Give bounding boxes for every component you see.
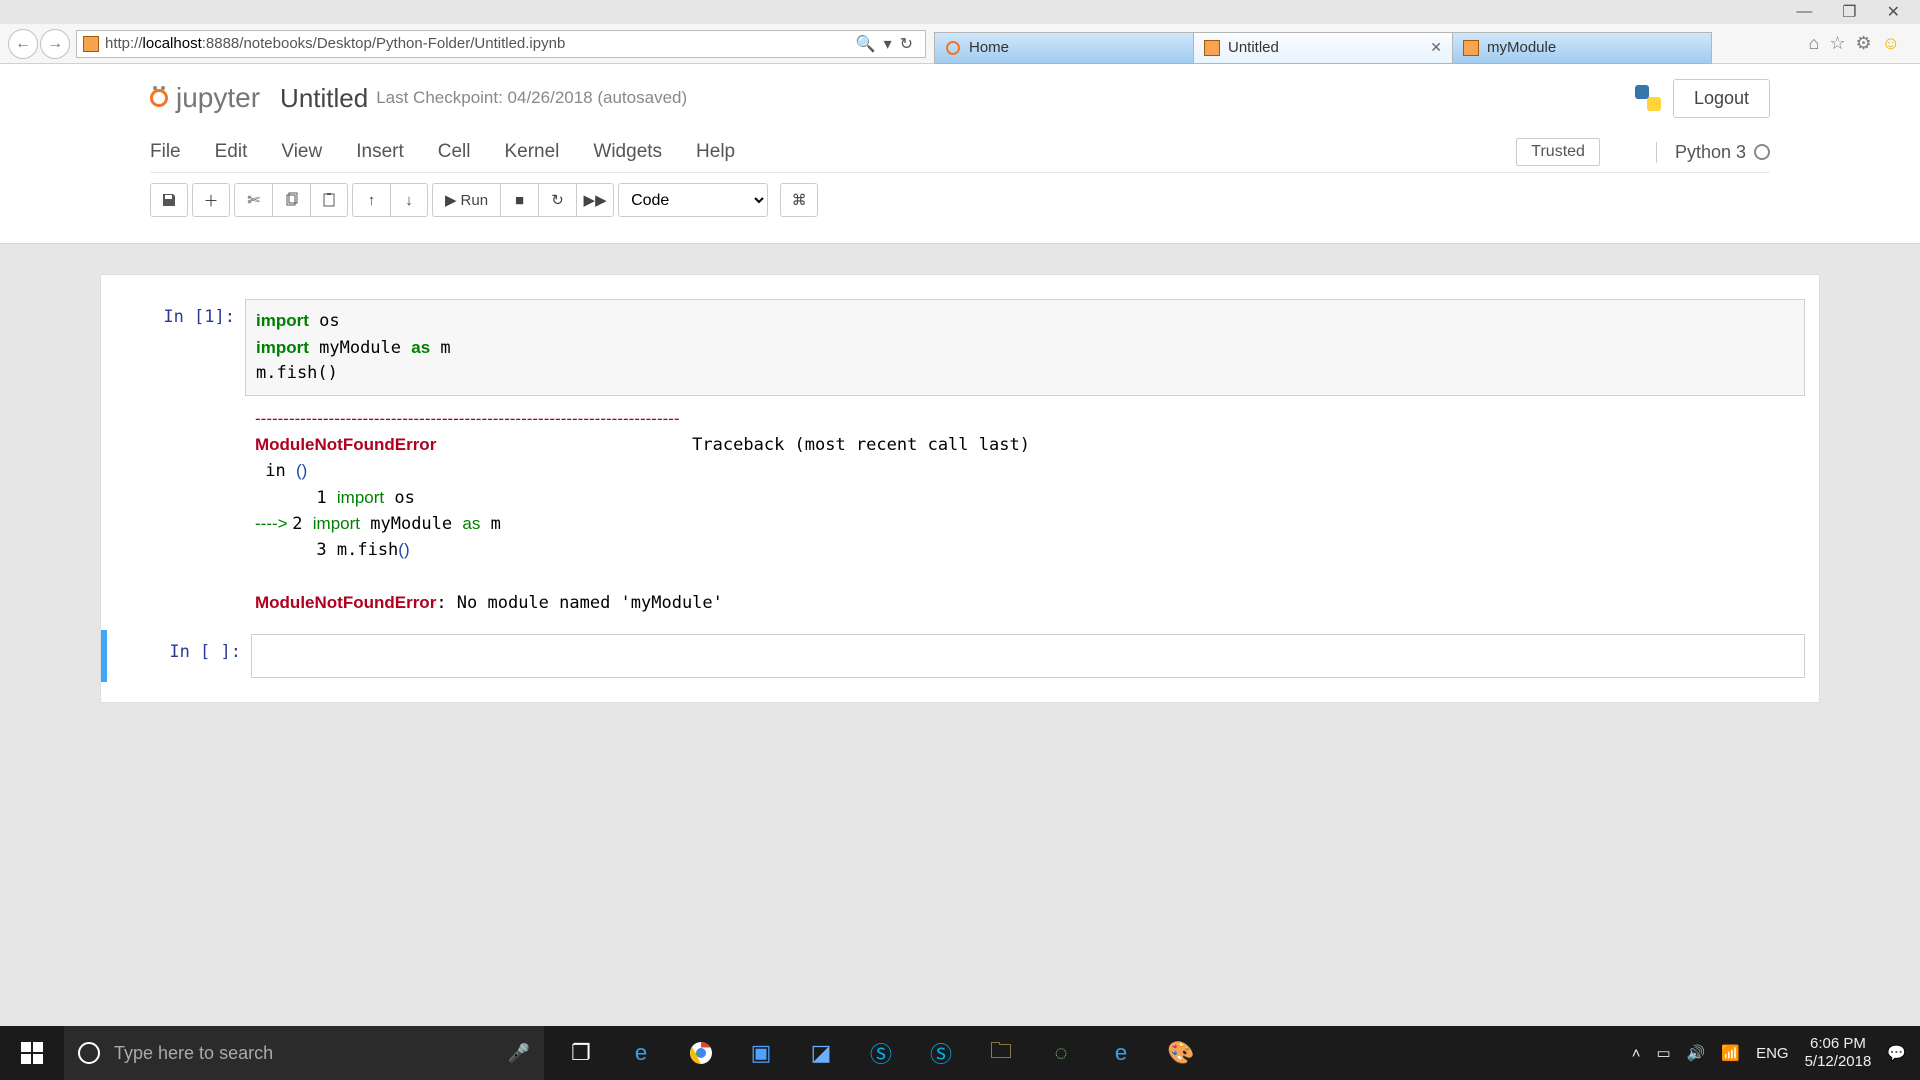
move-up-button[interactable]: ↑	[352, 183, 390, 217]
clock[interactable]: 6:06 PM 5/12/2018	[1805, 1035, 1872, 1071]
chrome-icon[interactable]	[684, 1036, 718, 1070]
cell-output: ----------------------------------------…	[245, 396, 1805, 627]
cell-prompt: In [ ]:	[121, 634, 251, 678]
notebook-container: In [1]:import os import myModule as m m.…	[100, 274, 1820, 703]
forward-button[interactable]: →	[40, 29, 70, 59]
emoji-icon[interactable]: ☺	[1882, 33, 1900, 54]
loading-icon[interactable]: ◌	[1044, 1036, 1078, 1070]
favorites-icon[interactable]: ☆	[1829, 33, 1845, 54]
cell-type-select[interactable]: Code	[618, 183, 768, 217]
skype-icon-2[interactable]: Ⓢ	[924, 1036, 958, 1070]
jupyter-logo[interactable]: jupyter	[150, 82, 260, 114]
tray-chevron-icon[interactable]: ˄	[1632, 1045, 1641, 1062]
menu-view[interactable]: View	[281, 141, 322, 163]
save-button[interactable]	[150, 183, 188, 217]
code-cell[interactable]: In [1]:import os import myModule as m m.…	[101, 295, 1819, 630]
menu-kernel[interactable]: Kernel	[504, 141, 559, 163]
run-button[interactable]: ▶ Run	[432, 183, 500, 217]
toolbar: ＋ ✄ ↑ ↓ ▶ Run ■ ↻ ▶▶ Code ⌘	[150, 183, 1770, 217]
tab-close-icon[interactable]: ✕	[1430, 39, 1442, 56]
tab-favicon	[945, 40, 961, 56]
edge-icon[interactable]: e	[624, 1036, 658, 1070]
add-cell-button[interactable]: ＋	[192, 183, 230, 217]
menu-insert[interactable]: Insert	[356, 141, 404, 163]
explorer-icon[interactable]: 🗀	[984, 1036, 1018, 1070]
home-icon[interactable]: ⌂	[1808, 33, 1819, 54]
tab-label: Untitled	[1228, 39, 1279, 56]
tab-label: myModule	[1487, 39, 1556, 56]
logout-button[interactable]: Logout	[1673, 79, 1770, 118]
trusted-indicator[interactable]: Trusted	[1516, 138, 1600, 166]
app-icon-2[interactable]: ◪	[804, 1036, 838, 1070]
tab-label: Home	[969, 39, 1009, 56]
start-button[interactable]	[0, 1026, 64, 1080]
cortana-icon	[78, 1042, 100, 1064]
tab-favicon	[1204, 40, 1220, 56]
search-icon[interactable]: 🔍	[856, 34, 876, 54]
refresh-icon[interactable]: ↻	[900, 34, 913, 54]
code-cell[interactable]: In [ ]:	[101, 630, 1819, 682]
wifi-icon[interactable]: 📶	[1721, 1044, 1740, 1062]
copy-button[interactable]	[272, 183, 310, 217]
paint-icon[interactable]: 🎨	[1164, 1036, 1198, 1070]
move-down-button[interactable]: ↓	[390, 183, 428, 217]
restart-run-all-button[interactable]: ▶▶	[576, 183, 614, 217]
window-minimize-button[interactable]: —	[1796, 3, 1812, 21]
cell-body: import os import myModule as m m.fish()-…	[245, 299, 1805, 626]
cell-body	[251, 634, 1805, 678]
checkpoint-text: Last Checkpoint: 04/26/2018 (autosaved)	[376, 88, 687, 108]
tab-favicon	[1463, 40, 1479, 56]
skype-icon-1[interactable]: Ⓢ	[864, 1036, 898, 1070]
kernel-indicator[interactable]: Python 3	[1656, 142, 1770, 163]
volume-icon[interactable]: 🔊	[1687, 1044, 1706, 1062]
taskbar-search[interactable]: Type here to search 🎤	[64, 1026, 544, 1080]
menu-help[interactable]: Help	[696, 141, 735, 163]
browser-chrome: ← → http://localhost:8888/notebooks/Desk…	[0, 24, 1920, 64]
search-placeholder: Type here to search	[114, 1043, 273, 1064]
menu-file[interactable]: File	[150, 141, 181, 163]
menu-edit[interactable]: Edit	[215, 141, 248, 163]
menu-widgets[interactable]: Widgets	[593, 141, 662, 163]
menu-bar: FileEditViewInsertCellKernelWidgetsHelp …	[150, 138, 1770, 173]
interrupt-button[interactable]: ■	[500, 183, 538, 217]
window-restore-button[interactable]: ❐	[1842, 2, 1856, 22]
code-input[interactable]: import os import myModule as m m.fish()	[245, 299, 1805, 396]
battery-icon[interactable]: ▭	[1657, 1044, 1671, 1062]
language-indicator[interactable]: ENG	[1756, 1045, 1789, 1062]
cut-button[interactable]: ✄	[234, 183, 272, 217]
python-icon	[1635, 85, 1661, 111]
url-text: http://localhost:8888/notebooks/Desktop/…	[105, 35, 565, 52]
window-close-button[interactable]: ✕	[1887, 2, 1900, 22]
task-view-icon[interactable]: ❐	[564, 1036, 598, 1070]
dropdown-icon[interactable]: ▾	[884, 34, 892, 54]
restart-button[interactable]: ↻	[538, 183, 576, 217]
action-center-icon[interactable]: 💬	[1887, 1044, 1906, 1062]
address-bar[interactable]: http://localhost:8888/notebooks/Desktop/…	[76, 30, 926, 58]
app-icon-1[interactable]: ▣	[744, 1036, 778, 1070]
command-palette-button[interactable]: ⌘	[780, 183, 818, 217]
page-favicon	[83, 36, 99, 52]
tools-icon[interactable]: ⚙	[1855, 33, 1871, 54]
back-button[interactable]: ←	[8, 29, 38, 59]
paste-button[interactable]	[310, 183, 348, 217]
browser-tab[interactable]: myModule	[1452, 32, 1712, 64]
code-input[interactable]	[251, 634, 1805, 678]
ie-icon[interactable]: e	[1104, 1036, 1138, 1070]
windows-taskbar: Type here to search 🎤 ❐ e ▣ ◪ Ⓢ Ⓢ 🗀 ◌ e …	[0, 1026, 1920, 1080]
cell-prompt: In [1]:	[115, 299, 245, 626]
menu-cell[interactable]: Cell	[438, 141, 471, 163]
mic-icon[interactable]: 🎤	[508, 1043, 530, 1064]
browser-tabs: Home Untitled ✕ myModule	[934, 24, 1711, 64]
notebook-title[interactable]: Untitled	[280, 83, 368, 114]
browser-tab[interactable]: Home	[934, 32, 1194, 64]
browser-tab[interactable]: Untitled ✕	[1193, 32, 1453, 64]
